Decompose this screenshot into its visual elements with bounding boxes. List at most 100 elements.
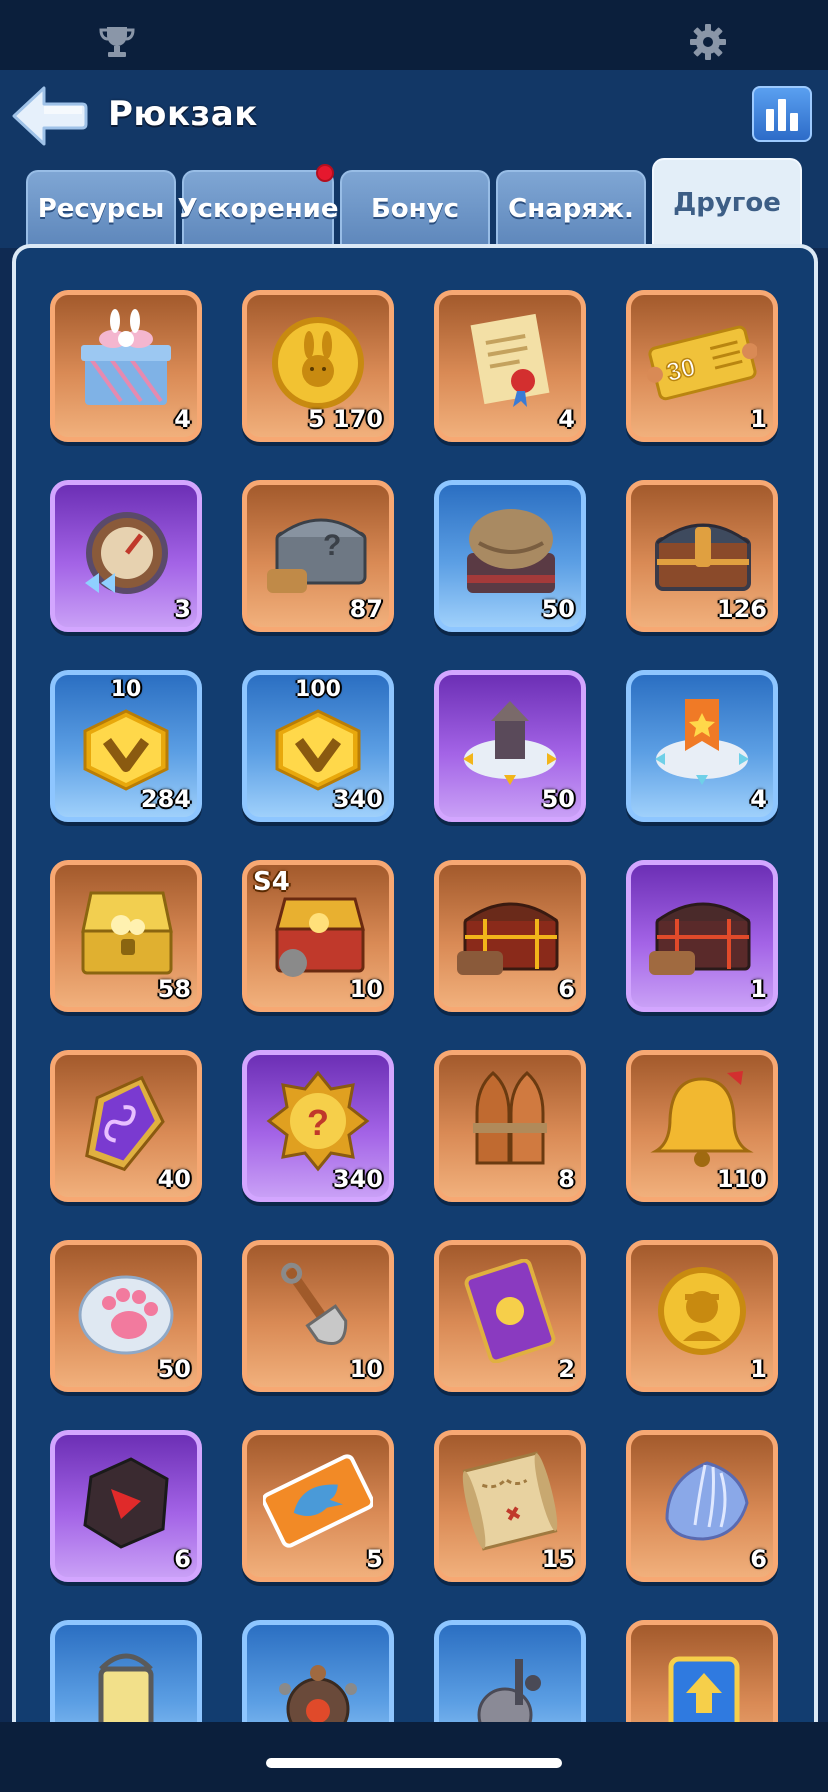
mystery-chest-icon: ? <box>263 499 373 603</box>
inventory-item[interactable] <box>626 1620 778 1722</box>
item-count: 126 <box>716 595 767 623</box>
backpack-screen: Рюкзак Ресурсы Ускорение Бонус Снаряж. Д… <box>0 0 828 1792</box>
inventory-item[interactable]: S4 10 <box>242 860 394 1012</box>
inventory-item[interactable]: 8 <box>434 1050 586 1202</box>
inventory-item[interactable]: 50 <box>434 480 586 632</box>
item-count: 10 <box>349 1355 383 1383</box>
item-count: 1 <box>750 405 767 433</box>
item-count: 340 <box>332 785 383 813</box>
header: Рюкзак <box>0 70 828 158</box>
inventory-item[interactable]: 5 <box>242 1430 394 1582</box>
tab-speedup[interactable]: Ускорение <box>177 164 339 246</box>
tab-bar: Ресурсы Ускорение Бонус Снаряж. Другое <box>0 158 828 248</box>
back-arrow-icon <box>12 86 88 146</box>
inventory-item[interactable]: 10 284 <box>50 670 202 822</box>
item-count: 110 <box>716 1165 767 1193</box>
item-count: 50 <box>541 785 575 813</box>
season-label: S4 <box>253 867 290 897</box>
inventory-item[interactable]: ? 87 <box>242 480 394 632</box>
inventory-item[interactable]: 4 <box>434 290 586 442</box>
item-count: 6 <box>558 975 575 1003</box>
inventory-item[interactable]: 2 <box>434 1240 586 1392</box>
inventory-panel: 45 170 4 30 1 3? 87 50 126 10 284 100 340 50 4 58 S4 10 6… <box>12 244 818 1722</box>
hero-coin-icon <box>647 1259 757 1363</box>
inventory-item[interactable] <box>50 1620 202 1722</box>
fish-ticket-icon <box>261 1449 375 1553</box>
gold-mystery-medal-icon: ? <box>263 1069 373 1173</box>
fishing-reel-icon <box>455 1639 565 1722</box>
item-count: 8 <box>558 1165 575 1193</box>
inventory-item[interactable]: 50 <box>434 670 586 822</box>
teleport-banner-icon <box>647 689 757 793</box>
red-gear-chest-icon <box>455 879 565 983</box>
inventory-item[interactable]: 1 <box>626 860 778 1012</box>
inventory-item[interactable]: 110 <box>626 1050 778 1202</box>
inventory-item[interactable]: 58 <box>50 860 202 1012</box>
purple-card-icon <box>455 1258 565 1364</box>
red-ore-icon <box>71 1449 181 1553</box>
back-button[interactable] <box>10 84 88 148</box>
blue-shell-icon <box>647 1449 757 1553</box>
inventory-item[interactable] <box>242 1620 394 1722</box>
page-title: Рюкзак <box>108 94 258 134</box>
shovel-icon <box>263 1259 373 1363</box>
teleport-building-icon <box>455 689 565 793</box>
gift-box-icon <box>71 309 181 413</box>
item-count: 1 <box>750 975 767 1003</box>
inventory-item[interactable]: 15 <box>434 1430 586 1582</box>
inventory-item[interactable]: 40 <box>50 1050 202 1202</box>
home-indicator[interactable] <box>266 1758 562 1768</box>
inventory-item[interactable]: 6 <box>626 1430 778 1582</box>
inventory-item[interactable]: 10 <box>242 1240 394 1392</box>
item-count: 3 <box>174 595 191 623</box>
item-count: 6 <box>174 1545 191 1573</box>
item-count: 5 170 <box>307 405 383 433</box>
iron-chest-icon <box>647 499 757 603</box>
tab-equipment[interactable]: Снаряж. <box>496 170 646 246</box>
inventory-item[interactable]: 1 <box>626 1240 778 1392</box>
gold-hexagon-10-icon <box>71 689 181 793</box>
inventory-item[interactable]: 4 <box>626 670 778 822</box>
notification-dot <box>316 164 334 182</box>
inventory-item[interactable]: 50 <box>50 1240 202 1392</box>
trophy-icon[interactable] <box>95 22 139 62</box>
inventory-item[interactable] <box>434 1620 586 1722</box>
inventory-item[interactable]: 126 <box>626 480 778 632</box>
item-count: 40 <box>157 1165 191 1193</box>
inventory-item[interactable]: 6 <box>50 1430 202 1582</box>
gear-icon[interactable] <box>686 22 730 62</box>
item-count: 5 <box>366 1545 383 1573</box>
tab-resources[interactable]: Ресурсы <box>26 170 176 246</box>
ticket-30-icon: 30 <box>646 309 759 413</box>
item-count: 4 <box>750 785 767 813</box>
lantern-icon <box>71 1639 181 1722</box>
item-count: 340 <box>332 1165 383 1193</box>
bell-icon <box>647 1069 757 1173</box>
tab-other[interactable]: Другое <box>652 158 802 246</box>
stats-button[interactable] <box>752 86 812 142</box>
item-count: 58 <box>157 975 191 1003</box>
inventory-item[interactable]: 5 170 <box>242 290 394 442</box>
tab-bonus[interactable]: Бонус <box>340 170 490 246</box>
purple-rune-stone-icon <box>71 1069 181 1173</box>
upgrade-box-icon <box>647 1639 757 1722</box>
item-count: 4 <box>174 405 191 433</box>
inventory-item[interactable]: 3 <box>50 480 202 632</box>
item-count: 1 <box>750 1355 767 1383</box>
top-bar <box>0 0 828 70</box>
robot-drone-icon <box>263 1639 373 1722</box>
inventory-item[interactable]: 100 340 <box>242 670 394 822</box>
inventory-item[interactable]: ? 340 <box>242 1050 394 1202</box>
bunny-coin-icon <box>263 309 373 413</box>
treasure-map-icon <box>455 1449 565 1553</box>
compass-speedup-icon <box>71 499 181 603</box>
inventory-item[interactable]: 30 1 <box>626 290 778 442</box>
paw-cookie-icon <box>71 1259 181 1363</box>
item-count: 87 <box>349 595 383 623</box>
item-count: 50 <box>541 595 575 623</box>
item-count: 2 <box>558 1355 575 1383</box>
inventory-item[interactable]: 4 <box>50 290 202 442</box>
inventory-item[interactable]: 6 <box>434 860 586 1012</box>
item-count: 284 <box>140 785 191 813</box>
item-count: 10 <box>349 975 383 1003</box>
